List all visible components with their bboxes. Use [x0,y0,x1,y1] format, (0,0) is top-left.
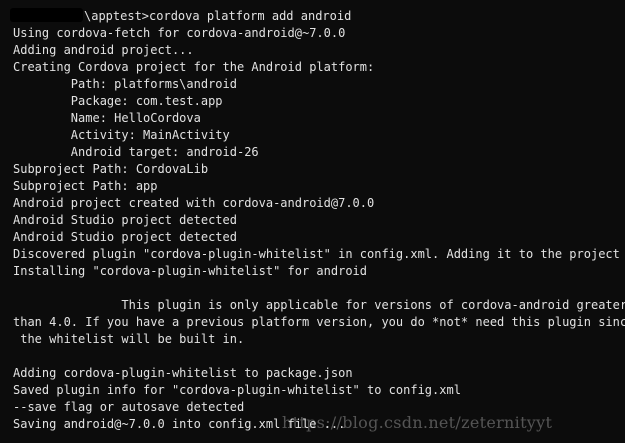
prompt-command: cordova platform add android [149,9,352,23]
prompt-line: \apptest>cordova platform add android [10,8,625,25]
output-line: Subproject Path: app [13,179,158,193]
output-line: Adding android project... [13,43,194,57]
output-line: the whitelist will be built in. [13,332,245,346]
output-line: Using cordova-fetch for cordova-android@… [13,26,346,40]
output-line: Android project created with cordova-and… [13,196,375,210]
prompt-path: \apptest> [84,9,150,23]
output-line: This plugin is only applicable for versi… [13,298,625,312]
watermark: https://blog.csdn.net/zeternityyt [282,413,553,432]
terminal-output: \apptest>cordova platform add android Us… [10,8,625,433]
output-line: Package: com.test.app [13,94,223,108]
output-line: Android Studio project detected [13,213,237,227]
output-line: Android Studio project detected [13,230,237,244]
output-line: Adding cordova-plugin-whitelist to packa… [13,366,353,380]
output-line: Name: HelloCordova [13,111,201,125]
output-line: Discovered plugin "cordova-plugin-whitel… [13,247,620,261]
output-line: Installing "cordova-plugin-whitelist" fo… [13,264,368,278]
output-line: Creating Cordova project for the Android… [13,60,375,74]
output-line: Android target: android-26 [13,145,259,159]
output-line: Subproject Path: CordovaLib [13,162,209,176]
output-line: Saved plugin info for "cordova-plugin-wh… [13,383,461,397]
output-line: than 4.0. If you have a previous platfor… [13,315,625,329]
output-line: Activity: MainActivity [13,128,230,142]
terminal-window[interactable]: \apptest>cordova platform add android Us… [0,0,625,443]
output-line: Path: platforms\android [13,77,237,91]
redacted-path [10,8,83,22]
